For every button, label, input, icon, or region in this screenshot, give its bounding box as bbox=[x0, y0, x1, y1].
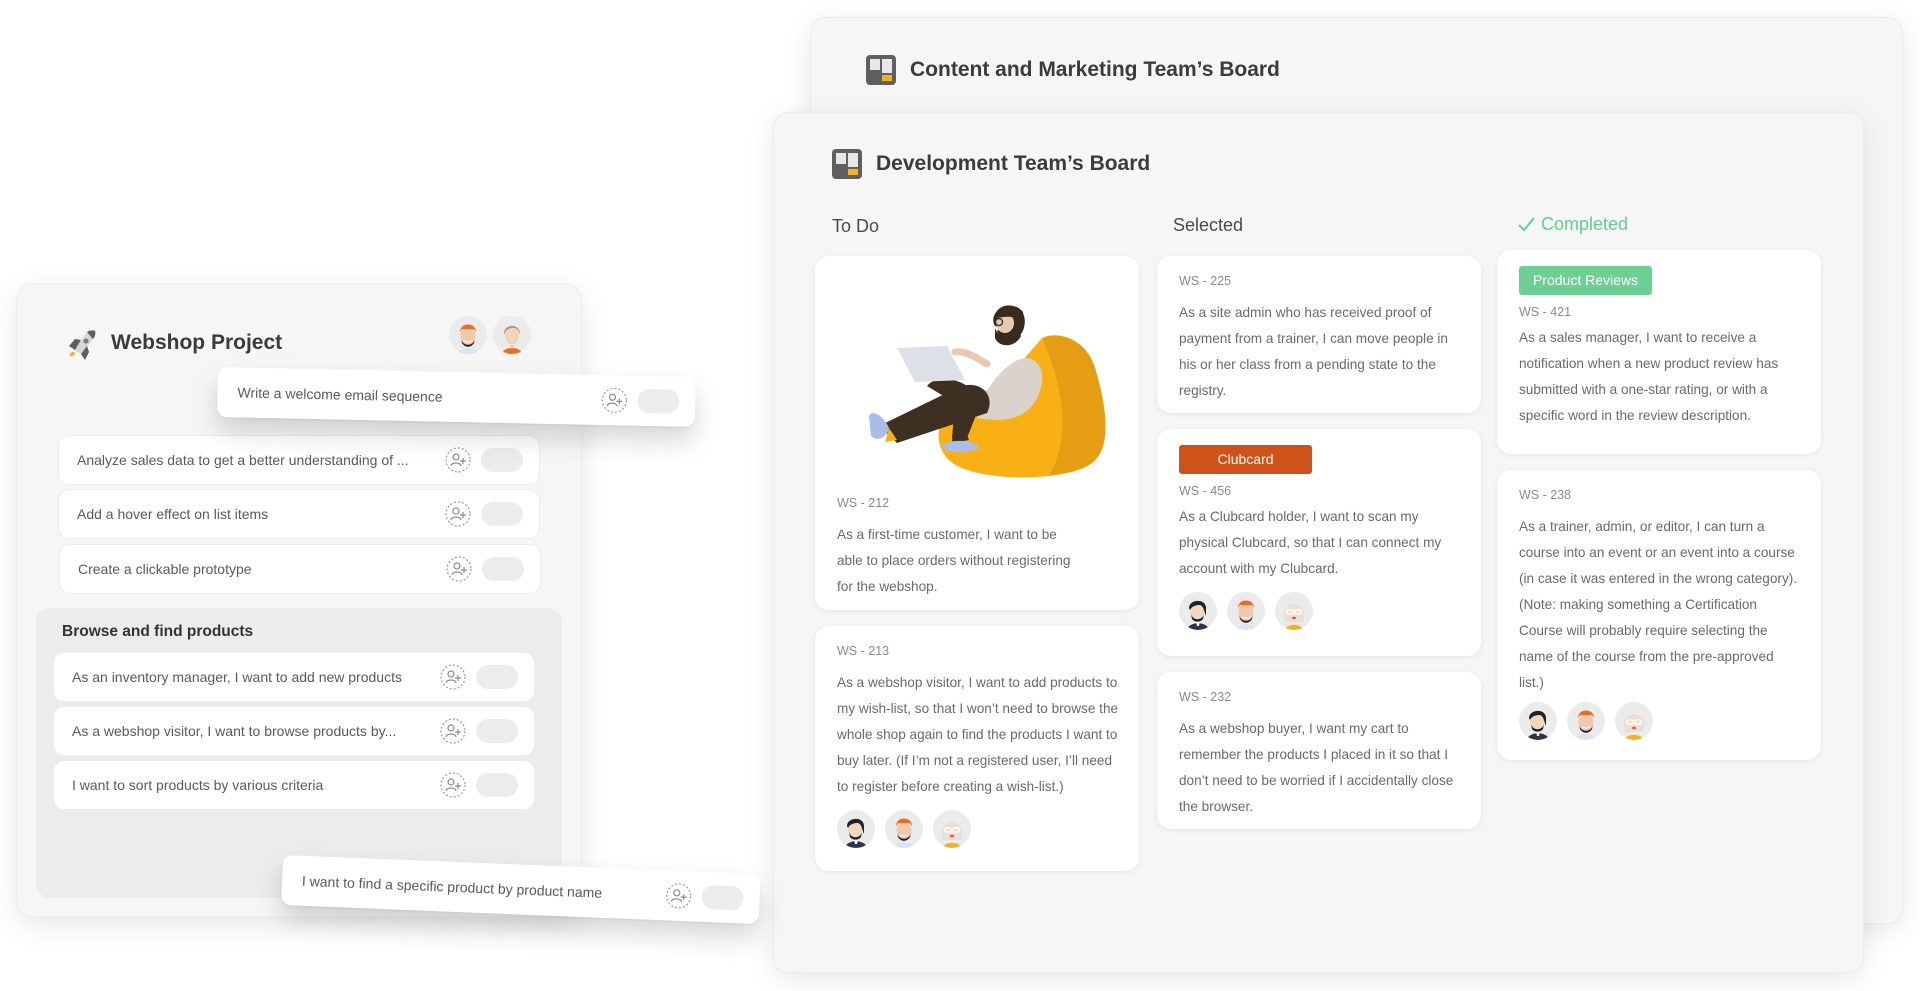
column-title-completed: Completed bbox=[1518, 214, 1628, 235]
story-card[interactable]: Clubcard WS - 456 As a Clubcard holder, … bbox=[1157, 429, 1481, 656]
story-id: WS - 213 bbox=[837, 644, 890, 658]
story-card[interactable]: WS - 225 As a site admin who has receive… bbox=[1157, 256, 1481, 413]
assign-user-icon[interactable] bbox=[446, 556, 472, 582]
story-text: As a Clubcard holder, I want to scan my … bbox=[1179, 509, 1442, 576]
story-id: WS - 238 bbox=[1519, 488, 1572, 502]
story-id: WS - 232 bbox=[1179, 690, 1232, 704]
story-card[interactable]: WS - 212 As a first-time customer, I wan… bbox=[815, 256, 1139, 610]
task-toggle[interactable] bbox=[701, 884, 745, 911]
story-card[interactable]: WS - 238 As a trainer, admin, or editor,… bbox=[1497, 470, 1821, 760]
avatar[interactable] bbox=[449, 316, 487, 354]
story-id: WS - 421 bbox=[1519, 305, 1572, 319]
rocket-icon bbox=[69, 330, 96, 360]
board-header[interactable]: Content and Marketing Team’s Board bbox=[866, 55, 1280, 85]
story-id: WS - 212 bbox=[837, 496, 890, 510]
assign-user-icon[interactable] bbox=[440, 718, 466, 744]
assignees bbox=[837, 810, 1119, 848]
board-title: Development Team’s Board bbox=[876, 152, 1151, 175]
column-title-label: Completed bbox=[1541, 214, 1629, 234]
story-text: As a sales manager, I want to receive a … bbox=[1519, 330, 1779, 423]
project-members bbox=[449, 316, 531, 354]
assign-user-icon[interactable] bbox=[445, 447, 471, 473]
task-item[interactable]: As a webshop visitor, I want to browse p… bbox=[54, 707, 534, 755]
task-toggle[interactable] bbox=[481, 448, 523, 472]
task-label: I want to sort products by various crite… bbox=[72, 777, 324, 793]
task-item[interactable]: Analyze sales data to get a better under… bbox=[59, 436, 539, 484]
story-text: As a first-time customer, I want to be a… bbox=[837, 527, 1071, 594]
story-card[interactable]: Product Reviews WS - 421 As a sales mana… bbox=[1497, 250, 1821, 454]
project-header[interactable]: Webshop Project bbox=[65, 326, 282, 360]
task-toggle[interactable] bbox=[637, 388, 680, 414]
story-text: As a webshop visitor, I want to add prod… bbox=[837, 675, 1119, 794]
board-title: Content and Marketing Team’s Board bbox=[910, 58, 1280, 81]
column-todo: WS - 212 As a first-time customer, I wan… bbox=[815, 256, 1139, 871]
task-toggle[interactable] bbox=[476, 719, 518, 743]
tag-product-reviews[interactable]: Product Reviews bbox=[1519, 266, 1652, 295]
task-toggle[interactable] bbox=[476, 665, 518, 689]
avatar[interactable] bbox=[1519, 702, 1557, 740]
avatar[interactable] bbox=[885, 810, 923, 848]
task-item[interactable]: I want to sort products by various crite… bbox=[54, 761, 534, 809]
avatar[interactable] bbox=[493, 316, 531, 354]
story-id: WS - 225 bbox=[1179, 274, 1232, 288]
avatar[interactable] bbox=[1567, 702, 1605, 740]
story-id: WS - 456 bbox=[1179, 484, 1232, 498]
board-header[interactable]: Development Team’s Board bbox=[832, 149, 1150, 179]
assignees bbox=[1519, 702, 1801, 740]
task-group: Browse and find products As an inventory… bbox=[36, 608, 562, 898]
story-card[interactable]: WS - 213 As a webshop visitor, I want to… bbox=[815, 626, 1139, 871]
dragged-task-card[interactable]: Write a welcome email sequence bbox=[216, 367, 696, 427]
avatar[interactable] bbox=[1227, 592, 1265, 630]
avatar[interactable] bbox=[1275, 592, 1313, 630]
check-icon bbox=[1518, 217, 1535, 232]
board-icon bbox=[832, 149, 862, 179]
group-title: Browse and find products bbox=[62, 623, 254, 640]
assign-user-icon[interactable] bbox=[445, 501, 471, 527]
task-label: I want to find a specific product by pro… bbox=[301, 872, 603, 901]
task-toggle[interactable] bbox=[476, 773, 518, 797]
column-title-selected: Selected bbox=[1173, 215, 1244, 235]
column-title-todo: To Do bbox=[832, 216, 880, 236]
assign-user-icon[interactable] bbox=[440, 772, 466, 798]
task-item[interactable]: Add a hover effect on list items bbox=[59, 490, 539, 538]
tag-clubcard[interactable]: Clubcard bbox=[1179, 445, 1312, 474]
task-label: Analyze sales data to get a better under… bbox=[77, 452, 409, 468]
person-on-beanbag-illustration bbox=[869, 305, 1106, 478]
task-label: As a webshop visitor, I want to browse p… bbox=[72, 723, 397, 739]
story-text: As a site admin who has received proof o… bbox=[1179, 305, 1448, 398]
project-title: Webshop Project bbox=[111, 331, 283, 354]
story-text: As a trainer, admin, or editor, I can tu… bbox=[1519, 519, 1798, 690]
avatar[interactable] bbox=[1179, 592, 1217, 630]
task-label: Add a hover effect on list items bbox=[77, 506, 269, 522]
task-item[interactable]: Create a clickable prototype bbox=[60, 545, 540, 593]
avatar[interactable] bbox=[837, 810, 875, 848]
assign-user-icon[interactable] bbox=[601, 387, 628, 414]
assign-user-icon[interactable] bbox=[665, 882, 692, 909]
story-text: As a webshop buyer, I want my cart to re… bbox=[1179, 721, 1454, 814]
avatar[interactable] bbox=[1615, 702, 1653, 740]
avatar[interactable] bbox=[933, 810, 971, 848]
assignees bbox=[1179, 592, 1461, 630]
column-completed: Product Reviews WS - 421 As a sales mana… bbox=[1497, 250, 1821, 760]
column-selected: WS - 225 As a site admin who has receive… bbox=[1157, 256, 1481, 829]
development-board: Development Team’s Board To Do Selected … bbox=[774, 113, 1863, 972]
task-label: Write a welcome email sequence bbox=[237, 384, 443, 405]
story-card[interactable]: WS - 232 As a webshop buyer, I want my c… bbox=[1157, 672, 1481, 829]
board-icon bbox=[866, 55, 896, 85]
assign-user-icon[interactable] bbox=[440, 664, 466, 690]
task-toggle[interactable] bbox=[482, 557, 524, 581]
task-item[interactable]: As an inventory manager, I want to add n… bbox=[54, 653, 534, 701]
task-label: Create a clickable prototype bbox=[78, 561, 252, 577]
task-toggle[interactable] bbox=[481, 502, 523, 526]
task-label: As an inventory manager, I want to add n… bbox=[72, 669, 402, 685]
